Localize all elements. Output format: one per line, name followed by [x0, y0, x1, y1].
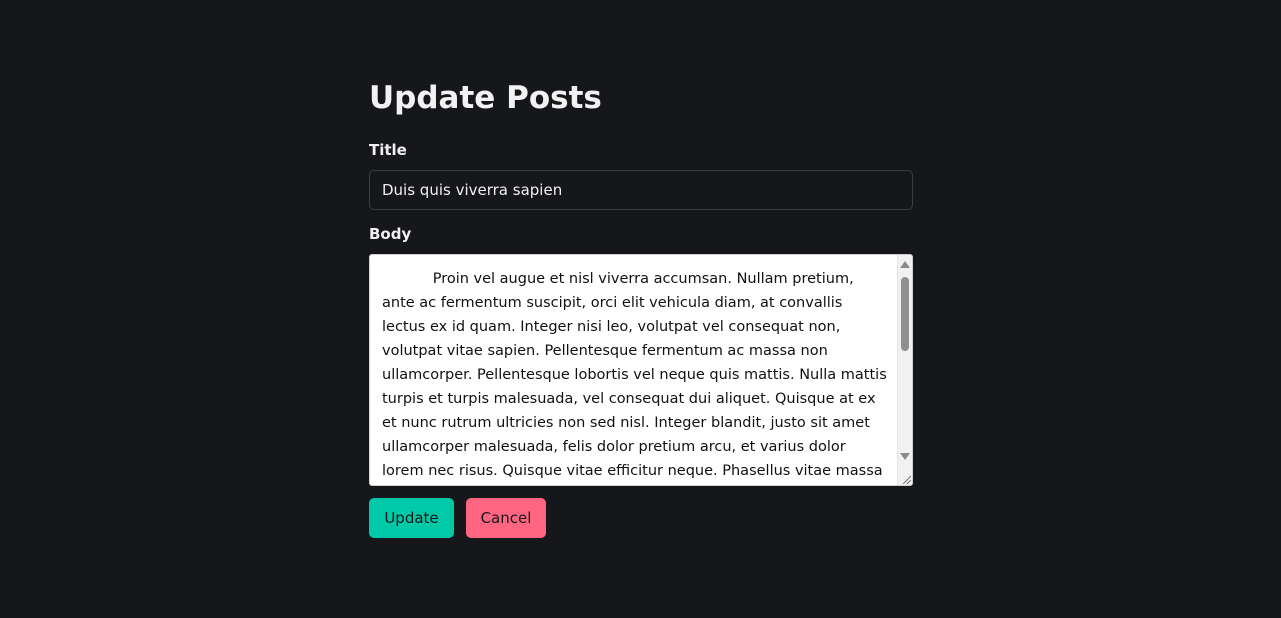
body-textarea[interactable]: Proin vel augue et nisl viverra accumsan… — [369, 254, 913, 486]
scroll-up-arrow-icon[interactable] — [900, 261, 910, 268]
update-button[interactable]: Update — [369, 498, 454, 538]
cancel-button[interactable]: Cancel — [466, 498, 546, 538]
title-input[interactable] — [369, 170, 913, 210]
title-label: Title — [369, 141, 407, 159]
form-actions: Update Cancel — [369, 498, 913, 538]
scroll-down-arrow-icon[interactable] — [900, 453, 910, 460]
resize-grip-icon[interactable] — [901, 474, 911, 484]
body-scrollbar[interactable] — [897, 255, 912, 485]
body-text[interactable]: Proin vel augue et nisl viverra accumsan… — [370, 255, 897, 485]
page-title: Update Posts — [369, 80, 602, 116]
body-label: Body — [369, 225, 412, 243]
scroll-thumb[interactable] — [901, 277, 909, 351]
update-post-form: Update Posts Title Body Proin vel augue … — [369, 78, 913, 538]
